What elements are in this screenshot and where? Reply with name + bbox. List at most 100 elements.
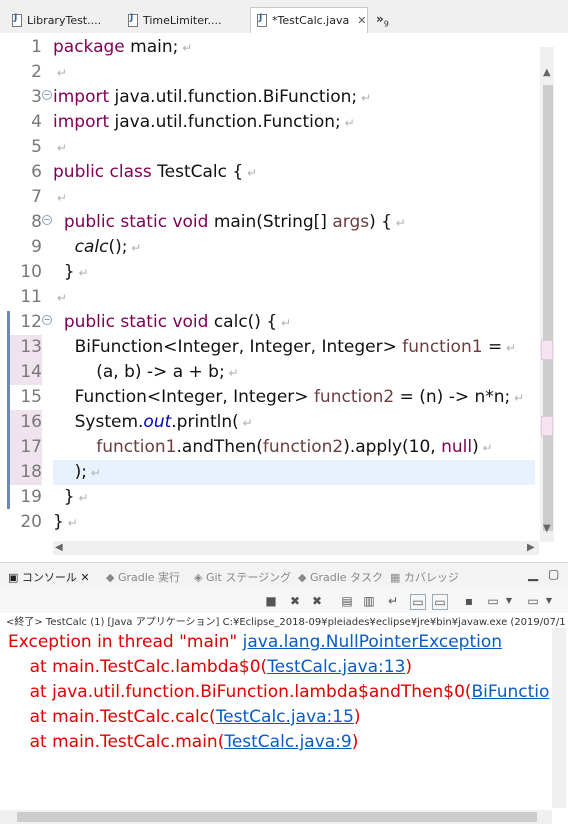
editor-tab-label: TimeLimiter.... — [143, 13, 222, 27]
stacktrace-link[interactable]: TestCalc.java:9 — [224, 732, 351, 752]
code-line[interactable]: 4 import java.util.function.Function; ↵ — [5, 110, 558, 135]
scroll-lock-icon[interactable]: ▥ — [362, 594, 376, 608]
remove-launch-icon[interactable]: ✖ — [288, 594, 302, 608]
tab-coverage[interactable]: ▦ カバレッジ — [390, 569, 459, 585]
code-line[interactable]: 2 ↵ — [5, 60, 558, 85]
fold-toggle-icon[interactable]: − — [42, 90, 52, 100]
console-output[interactable]: Exception in thread "main" java.lang.Nul… — [0, 628, 552, 808]
code-text: public static void calc() { ↵ — [53, 310, 291, 335]
console-scroll-thumb[interactable] — [17, 812, 537, 822]
code-line[interactable]: 13 BiFunction<Integer, Integer, Integer>… — [5, 335, 558, 360]
code-line[interactable]: 17 function1.andThen(function2).apply(10… — [5, 435, 558, 460]
editor-tab-testcalc[interactable]: *TestCalc.java ✕ — [250, 7, 368, 33]
tab-coverage-label: カバレッジ — [403, 571, 459, 584]
tab-gradle-tasks[interactable]: ◆ Gradle タスク — [298, 569, 383, 585]
display-console-icon[interactable]: ▭ — [486, 594, 500, 608]
editor-tab-bar: LibraryTest.... TimeLimiter.... *TestCal… — [0, 0, 568, 33]
code-line[interactable]: 3− import java.util.function.BiFunction; … — [5, 85, 558, 110]
code-line[interactable]: 7 ↵ — [5, 185, 558, 210]
fold-toggle-icon[interactable]: − — [42, 215, 52, 225]
code-line[interactable]: 11 ↵ — [5, 285, 558, 310]
code-line[interactable]: 12− public static void calc() { ↵ — [5, 310, 558, 335]
console-line: Exception in thread "main" java.lang.Nul… — [8, 630, 502, 655]
gradle-icon: ◆ — [298, 571, 307, 584]
show-on-stdout-icon[interactable]: ▭ — [410, 594, 426, 610]
console-tab-bar: ▣ コンソール ✕ ◆ Gradle 実行 ◈ Git ステージング ◆ Gra… — [0, 562, 568, 590]
code-line[interactable]: 15 Function<Integer, Integer> function2 … — [5, 385, 558, 410]
line-end-marker-icon: ↵ — [502, 341, 517, 355]
terminate-icon[interactable]: ■ — [264, 594, 278, 608]
line-number: 12 — [20, 312, 42, 332]
tab-overflow-button[interactable]: »9 — [376, 12, 389, 28]
line-end-marker-icon: ↵ — [478, 441, 493, 455]
minimize-icon[interactable]: ▁ — [528, 567, 538, 582]
console-vertical-scrollbar[interactable] — [552, 628, 566, 808]
code-text: } ↵ — [53, 485, 89, 510]
console-text: at main.TestCalc.main( — [8, 732, 225, 752]
line-number: 1 — [31, 37, 42, 57]
code-editor[interactable]: 1 package main; ↵ 2 ↵ 3− import java.util.fu… — [5, 33, 558, 556]
editor-tab-librarytest[interactable]: LibraryTest.... — [12, 7, 101, 33]
stacktrace-link[interactable]: TestCalc.java:13 — [267, 657, 405, 677]
stacktrace-link[interactable]: java.lang.NullPointerException — [243, 632, 502, 652]
fold-toggle-icon[interactable]: − — [42, 315, 52, 325]
stacktrace-link[interactable]: BiFunctio — [472, 682, 550, 702]
code-line[interactable]: 20} ↵ — [5, 510, 558, 535]
stacktrace-link[interactable]: TestCalc.java:15 — [216, 707, 354, 727]
code-token: out — [143, 412, 172, 432]
line-end-marker-icon: ↵ — [86, 466, 101, 480]
scroll-left-icon[interactable]: ◀ — [55, 542, 63, 553]
editor-horizontal-scrollbar[interactable] — [53, 541, 539, 555]
tab-git-staging-label: Git ステージング — [205, 571, 292, 584]
show-on-stderr-icon[interactable]: ▭ — [432, 594, 448, 610]
code-line[interactable]: 19 } ↵ — [5, 485, 558, 510]
current-line-highlight — [53, 460, 535, 485]
console-text: ) — [351, 732, 359, 752]
scroll-right-icon[interactable]: ▶ — [527, 542, 535, 553]
code-token: args — [332, 212, 370, 232]
code-line[interactable]: 9 calc(); ↵ — [5, 235, 558, 260]
chevron-double-right-icon: » — [376, 12, 384, 26]
close-icon[interactable]: ✕ — [80, 571, 89, 584]
code-line[interactable]: 8− public static void main(String[] args… — [5, 210, 558, 235]
editor-tab-timelimiter[interactable]: TimeLimiter.... — [128, 7, 221, 33]
tab-git-staging[interactable]: ◈ Git ステージング — [194, 569, 291, 585]
word-wrap-icon[interactable]: ↵ — [386, 594, 400, 608]
code-token: calc — [74, 237, 109, 257]
tab-gradle-run[interactable]: ◆ Gradle 実行 — [106, 569, 180, 585]
code-line[interactable]: 5 ↵ — [5, 135, 558, 160]
java-file-icon — [128, 13, 138, 27]
code-line[interactable]: 14 (a, b) -> a + b; ↵ — [5, 360, 558, 385]
line-number: 4 — [31, 112, 42, 132]
editor-scroll-thumb[interactable] — [543, 85, 553, 531]
git-icon: ◈ — [194, 571, 203, 584]
scroll-down-icon[interactable]: ▼ — [543, 523, 551, 534]
code-line[interactable]: 18 ); ↵ — [5, 460, 558, 485]
code-token: (); — [108, 237, 128, 257]
tab-console-label: コンソール — [21, 571, 77, 584]
scroll-up-icon[interactable]: ▲ — [543, 67, 551, 78]
tab-console[interactable]: ▣ コンソール ✕ — [8, 569, 90, 585]
code-line[interactable]: 16 System.out.println( ↵ — [5, 410, 558, 435]
code-line[interactable]: 10 } ↵ — [5, 260, 558, 285]
console-text: at java.util.function.BiFunction.lambda$… — [8, 682, 472, 702]
code-line[interactable]: 1 package main; ↵ — [5, 35, 558, 60]
remove-all-terminated-icon[interactable]: ✖ — [310, 594, 324, 608]
line-end-marker-icon: ↵ — [238, 416, 253, 430]
code-text: (a, b) -> a + b; ↵ — [53, 360, 238, 385]
overview-ruler-marker[interactable] — [541, 416, 553, 436]
code-line[interactable]: 6 public class TestCalc { ↵ — [5, 160, 558, 185]
line-end-marker-icon: ↵ — [243, 166, 258, 180]
clear-console-icon[interactable]: ▤ — [340, 594, 354, 608]
line-number: 3 — [31, 87, 42, 107]
maximize-icon[interactable]: ▢ — [548, 567, 559, 581]
pin-console-icon[interactable]: ▪ — [462, 594, 476, 608]
chevron-down-icon[interactable]: ▼ — [542, 594, 556, 608]
close-tab-icon[interactable]: ✕ — [357, 14, 366, 27]
chevron-down-icon[interactable]: ▼ — [502, 594, 516, 608]
open-console-icon[interactable]: ▭ — [526, 594, 540, 608]
console-line: at java.util.function.BiFunction.lambda$… — [8, 680, 550, 705]
overview-ruler-marker[interactable] — [541, 340, 553, 360]
line-end-marker-icon: ↵ — [357, 91, 372, 105]
